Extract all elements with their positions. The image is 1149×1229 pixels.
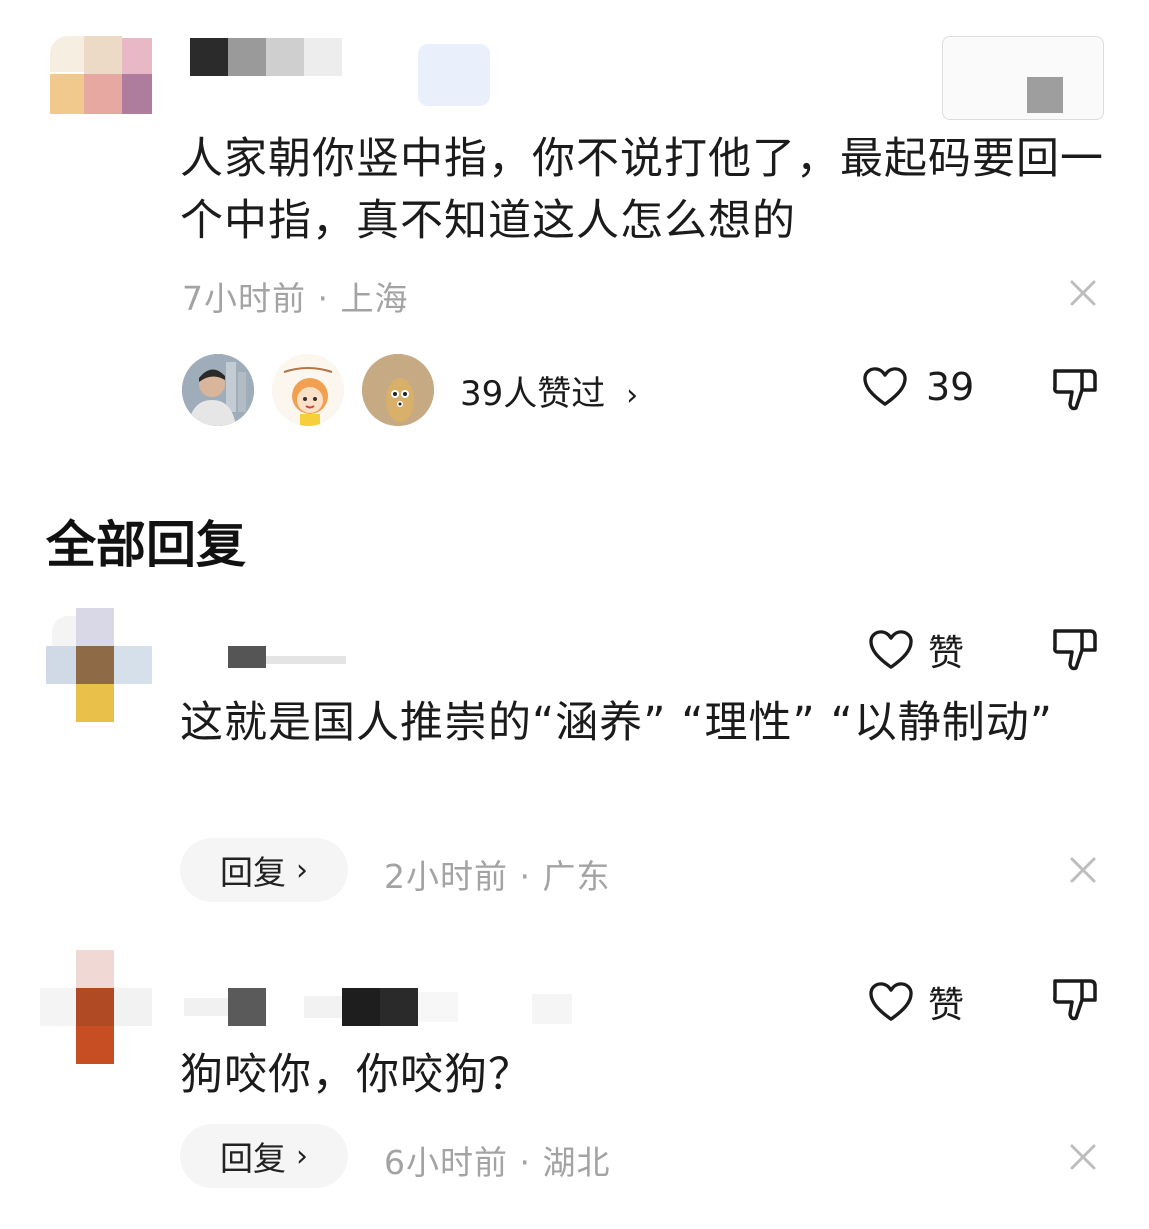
heart-outline-icon	[869, 630, 913, 669]
liker-avatar[interactable]	[362, 354, 434, 426]
dislike-button[interactable]	[1052, 626, 1098, 674]
person-photo-icon	[182, 354, 254, 426]
reply-location: 湖北	[542, 1143, 611, 1182]
reply-text: 狗咬你，你咬狗？	[180, 1050, 532, 1100]
heart-outline-icon	[869, 982, 913, 1021]
reply-button-label: 回复	[220, 853, 286, 892]
meta-separator: ·	[508, 1143, 543, 1182]
close-icon[interactable]	[1068, 1142, 1098, 1172]
commenter-name[interactable]	[190, 38, 342, 76]
reply-username[interactable]	[228, 646, 348, 672]
chevron-right-icon: ›	[626, 378, 639, 413]
close-icon[interactable]	[1068, 855, 1098, 885]
thumbs-down-icon	[1053, 629, 1097, 671]
commenter-avatar[interactable]	[46, 36, 152, 116]
dislike-button[interactable]	[1052, 366, 1098, 414]
main-comment-time: 7小时前	[182, 279, 306, 318]
like-button[interactable]: 赞	[868, 624, 964, 676]
like-label: 赞	[928, 633, 965, 674]
commenter-badge	[418, 44, 490, 106]
liker-avatar[interactable]	[182, 354, 254, 426]
reply-button[interactable]: 回复 ›	[180, 838, 348, 902]
reply-time: 2小时前	[384, 857, 508, 896]
reply-meta: 2小时前 · 广东	[384, 850, 610, 898]
like-label: 赞	[928, 985, 965, 1026]
liker-avatar[interactable]	[272, 354, 344, 426]
like-button[interactable]: 赞	[868, 976, 964, 1028]
liked-by-label: 39人赞过	[460, 374, 606, 414]
reply-button-label: 回复	[220, 1139, 286, 1178]
meta-separator: ·	[508, 857, 543, 896]
main-comment-meta: 7小时前 · 上海	[182, 272, 408, 320]
thumbs-down-icon	[1053, 369, 1097, 411]
reply-avatar[interactable]	[46, 608, 152, 722]
main-comment-text: 人家朝你竖中指，你不说打他了，最起码要回一个中指，真不知道这人怎么想的	[180, 134, 1104, 246]
reply-text: 这就是国人推崇的“涵养” “理性” “以静制动”	[180, 698, 1053, 748]
meta-separator: ·	[306, 279, 341, 318]
thumbs-down-icon	[1053, 979, 1097, 1021]
close-icon[interactable]	[1068, 278, 1098, 308]
reply-button[interactable]: 回复 ›	[180, 1124, 348, 1188]
like-count: 39	[926, 365, 975, 409]
chevron-right-icon: ›	[296, 852, 308, 888]
liked-by-link[interactable]: 39人赞过 ›	[460, 366, 638, 415]
reply-meta: 6小时前 · 湖北	[384, 1136, 610, 1184]
attached-thumbnail[interactable]	[942, 36, 1104, 120]
reply-username[interactable]	[184, 988, 574, 1026]
reply-avatar[interactable]	[40, 950, 152, 1064]
main-comment-location: 上海	[340, 279, 409, 318]
section-title: 全部回复	[46, 516, 246, 574]
cartoon-girl-icon	[272, 354, 344, 426]
dislike-button[interactable]	[1052, 976, 1098, 1024]
like-button[interactable]: 39	[862, 365, 974, 409]
chevron-right-icon: ›	[296, 1138, 308, 1174]
potato-character-icon	[362, 354, 434, 426]
heart-outline-icon	[863, 367, 907, 406]
reply-time: 6小时前	[384, 1143, 508, 1182]
reply-location: 广东	[542, 857, 611, 896]
